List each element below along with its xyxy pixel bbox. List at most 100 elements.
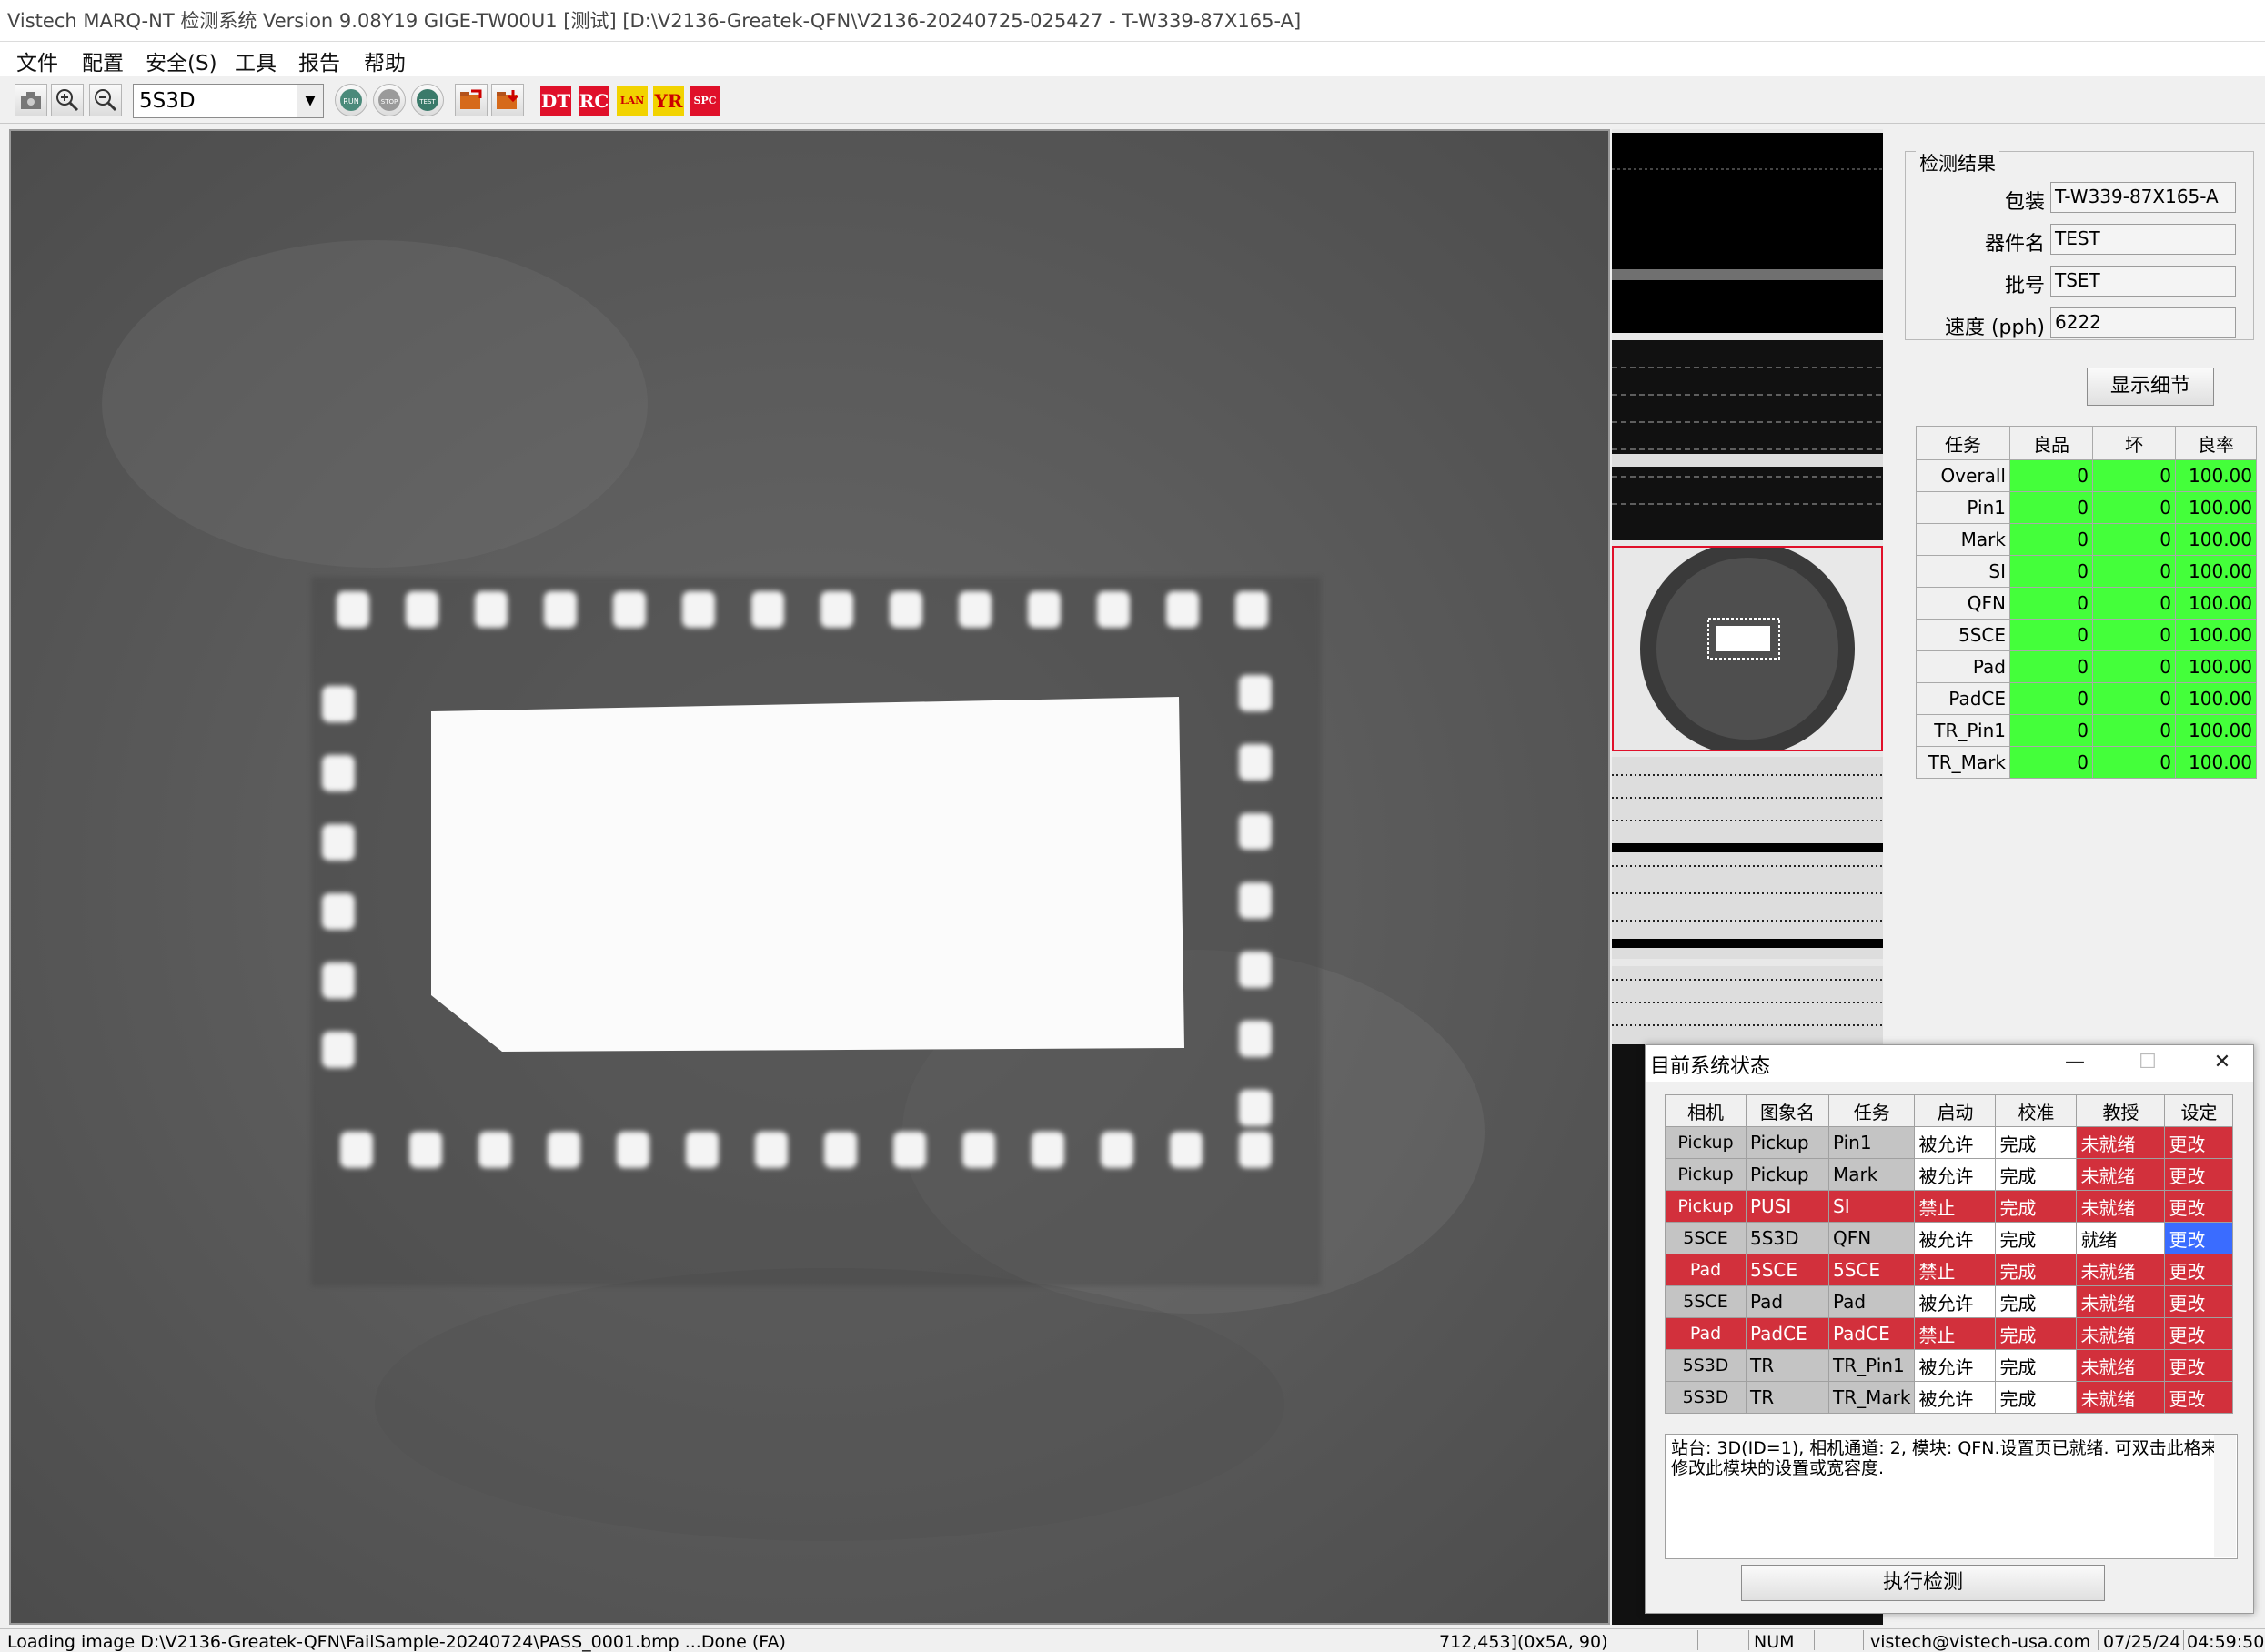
status-image-cell: Pickup xyxy=(1746,1126,1829,1159)
qfn-pad xyxy=(1235,591,1268,628)
stats-header-good: 良品 xyxy=(2009,426,2093,460)
test-icon: TEST xyxy=(417,89,438,111)
status-camera-cell[interactable]: 5SCE xyxy=(1665,1285,1747,1318)
status-start-cell: 禁止 xyxy=(1914,1190,1997,1223)
status-task-cell: 5SCE xyxy=(1827,1254,1916,1286)
menu-config[interactable]: 配置 xyxy=(78,45,127,76)
thumbnail-selected[interactable] xyxy=(1612,546,1883,751)
stats-good-cell: 0 xyxy=(2009,523,2093,556)
camera-image-view[interactable] xyxy=(9,129,1610,1625)
qfn-pad xyxy=(322,755,355,791)
status-settings-cell[interactable]: 更改 xyxy=(2164,1222,2234,1254)
qfn-pad xyxy=(322,962,355,999)
spc-button[interactable]: SPC xyxy=(690,86,720,116)
divider xyxy=(2098,1630,2099,1650)
menu-file[interactable]: 文件 xyxy=(13,45,62,76)
qfn-pad xyxy=(322,824,355,861)
device-name-label: 器件名 xyxy=(1984,233,2045,256)
status-settings-cell[interactable]: 更改 xyxy=(2164,1190,2234,1223)
status-task-cell: TR_Pin1 xyxy=(1827,1349,1916,1382)
minimize-icon[interactable]: — xyxy=(2054,1046,2096,1079)
qfn-pad xyxy=(613,591,646,628)
zoom-in-button[interactable] xyxy=(51,84,84,116)
zoom-out-button[interactable] xyxy=(89,84,122,116)
status-calibrate-cell: 完成 xyxy=(1995,1254,2078,1286)
package-label: 包装 xyxy=(2004,191,2045,214)
show-details-button[interactable]: 显示细节 xyxy=(2087,368,2214,406)
status-settings-cell[interactable]: 更改 xyxy=(2164,1126,2234,1159)
camera-button[interactable] xyxy=(15,84,47,116)
status-settings-cell[interactable]: 更改 xyxy=(2164,1349,2234,1382)
stats-task-cell: QFN xyxy=(1916,587,2010,620)
status-row[interactable]: 5SCE Pad Pad 被允许 完成 未就绪 更改 xyxy=(1665,1285,2234,1318)
execute-inspection-button[interactable]: 执行检测 xyxy=(1741,1565,2105,1601)
stats-bad-cell: 0 xyxy=(2092,746,2176,779)
thumbnail-4[interactable] xyxy=(1612,757,1883,959)
status-camera-cell[interactable]: Pickup xyxy=(1665,1190,1747,1223)
status-camera-cell[interactable]: 5SCE xyxy=(1665,1222,1747,1254)
dt-button[interactable]: DT xyxy=(540,86,571,116)
stats-yield-cell: 100.00 xyxy=(2175,587,2257,620)
status-row[interactable]: Pickup PUSI SI 禁止 完成 未就绪 更改 xyxy=(1665,1190,2234,1223)
close-icon[interactable]: ✕ xyxy=(2201,1046,2243,1079)
qfn-pad xyxy=(1101,1132,1133,1168)
status-image-cell: TR xyxy=(1746,1381,1829,1414)
thumbnail-2[interactable] xyxy=(1612,340,1883,540)
status-settings-cell[interactable]: 更改 xyxy=(2164,1381,2234,1414)
qfn-pad xyxy=(820,591,853,628)
status-camera-cell[interactable]: Pad xyxy=(1665,1254,1747,1286)
qfn-pad xyxy=(1239,1132,1272,1168)
message-scrollbar[interactable] xyxy=(2214,1435,2236,1557)
status-row[interactable]: 5S3D TR TR_Pin1 被允许 完成 未就绪 更改 xyxy=(1665,1349,2234,1382)
status-settings-cell[interactable]: 更改 xyxy=(2164,1285,2234,1318)
test-button[interactable]: TEST xyxy=(411,84,444,116)
menu-tools[interactable]: 工具 xyxy=(231,45,280,76)
status-image-cell: 5SCE xyxy=(1746,1254,1829,1286)
status-row[interactable]: 5SCE 5S3D QFN 被允许 完成 就绪 更改 xyxy=(1665,1222,2234,1254)
save-image-button[interactable] xyxy=(491,84,524,116)
status-settings-cell[interactable]: 更改 xyxy=(2164,1158,2234,1191)
yr-button[interactable]: YR xyxy=(653,86,684,116)
thumbnail-5[interactable] xyxy=(1612,966,1883,1044)
status-settings-cell[interactable]: 更改 xyxy=(2164,1254,2234,1286)
menu-report[interactable]: 报告 xyxy=(295,45,344,76)
menu-help[interactable]: 帮助 xyxy=(360,45,409,76)
rc-button[interactable]: RC xyxy=(579,86,609,116)
status-camera-cell[interactable]: Pickup xyxy=(1665,1126,1747,1159)
status-camera-cell[interactable]: Pad xyxy=(1665,1317,1747,1350)
status-row[interactable]: 5S3D TR TR_Mark 被允许 完成 未就绪 更改 xyxy=(1665,1381,2234,1414)
status-camera-cell[interactable]: 5S3D xyxy=(1665,1349,1747,1382)
qfn-pad xyxy=(1028,591,1061,628)
menu-security[interactable]: 安全(S) xyxy=(142,45,221,76)
status-camera-cell[interactable]: Pickup xyxy=(1665,1158,1747,1191)
stop-button[interactable]: STOP xyxy=(373,84,406,116)
status-camera-cell[interactable]: 5S3D xyxy=(1665,1381,1747,1414)
lan-button[interactable]: LAN xyxy=(617,86,648,116)
stats-task-cell: Overall xyxy=(1916,459,2010,492)
stats-yield-cell: 100.00 xyxy=(2175,682,2257,715)
load-image-button[interactable] xyxy=(455,84,488,116)
stats-good-cell: 0 xyxy=(2009,459,2093,492)
stats-header-row: 任务 良品 坏 良率 xyxy=(1916,426,2257,460)
model-select[interactable]: 5S3D ▼ xyxy=(133,84,324,118)
status-settings-cell[interactable]: 更改 xyxy=(2164,1317,2234,1350)
status-row[interactable]: Pad 5SCE 5SCE 禁止 完成 未就绪 更改 xyxy=(1665,1254,2234,1286)
chevron-down-icon[interactable]: ▼ xyxy=(297,85,323,117)
stats-body: Overall 0 0 100.00 Pin1 0 0 100.00 Mark 0 0 100.00 S… xyxy=(1916,459,2257,779)
status-row[interactable]: Pickup Pickup Pin1 被允许 完成 未就绪 更改 xyxy=(1665,1126,2234,1159)
stats-row: Overall 0 0 100.00 xyxy=(1916,459,2257,492)
qfn-pad xyxy=(751,591,784,628)
run-button-icon-btn[interactable]: RUN xyxy=(335,84,367,116)
status-start-cell: 禁止 xyxy=(1914,1254,1997,1286)
qfn-pad xyxy=(475,591,508,628)
thumbnail-1[interactable] xyxy=(1612,133,1883,333)
stats-yield-cell: 100.00 xyxy=(2175,650,2257,683)
status-row[interactable]: Pickup Pickup Mark 被允许 完成 未就绪 更改 xyxy=(1665,1158,2234,1191)
status-row[interactable]: Pad PadCE PadCE 禁止 完成 未就绪 更改 xyxy=(1665,1317,2234,1350)
stats-yield-cell: 100.00 xyxy=(2175,619,2257,651)
status-teach-cell: 未就绪 xyxy=(2076,1126,2166,1159)
qfn-pad xyxy=(1239,813,1272,850)
maximize-icon[interactable]: ☐ xyxy=(2127,1046,2169,1079)
divider xyxy=(1748,1630,1749,1650)
status-task-cell: TR_Mark xyxy=(1827,1381,1916,1414)
